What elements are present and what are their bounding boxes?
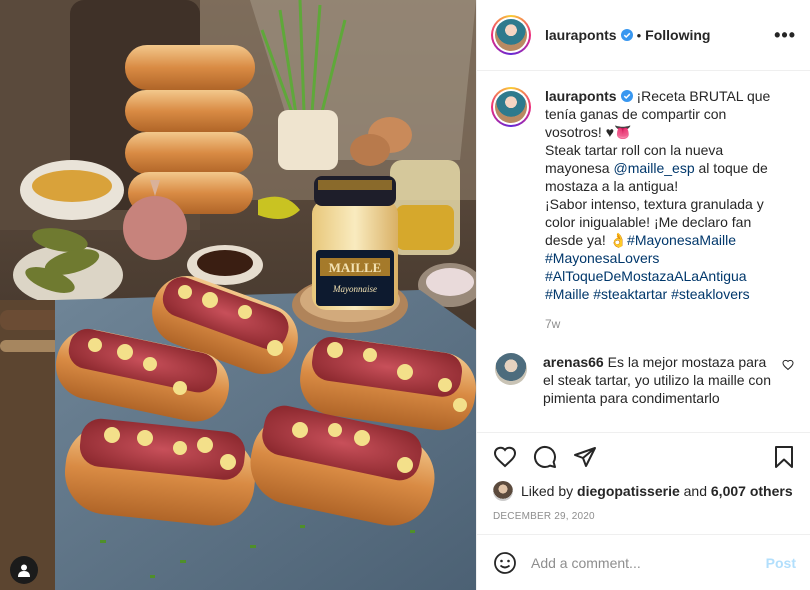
likes-count[interactable]: 6,007 others: [711, 483, 793, 499]
hashtag-link[interactable]: #MayonesaLovers: [545, 250, 659, 266]
caption-line: ¡Sabor intenso, textura granulada y: [545, 196, 764, 212]
share-icon: [574, 447, 596, 467]
comment-input[interactable]: [531, 554, 766, 571]
caption-line: vosotros! ♥👅: [545, 124, 632, 140]
commenter-username[interactable]: arenas66: [543, 354, 604, 370]
following-button[interactable]: Following: [645, 27, 710, 43]
emoji-icon[interactable]: [493, 551, 517, 575]
hashtag-link[interactable]: #MayonesaMaille: [627, 232, 736, 248]
food-illustration: MAILLE Mayonnaise: [0, 0, 476, 590]
post-photo[interactable]: MAILLE Mayonnaise: [0, 0, 476, 590]
mention-link[interactable]: @maille_esp: [613, 160, 694, 176]
hashtag-link[interactable]: #steaklovers: [671, 286, 750, 302]
hashtag-link[interactable]: #AlToqueDeMostazaALaAntigua: [545, 268, 747, 284]
share-button[interactable]: [573, 445, 597, 469]
liker-username[interactable]: diegopatisserie: [577, 483, 680, 499]
hashtag-link[interactable]: #steaktartar: [593, 286, 667, 302]
add-comment-bar: Post: [477, 534, 810, 590]
mayo-jar: MAILLE Mayonnaise: [312, 176, 398, 310]
hashtag-link[interactable]: #Maille: [545, 286, 589, 302]
caption-text: lauraponts ¡Receta BRUTAL que tenía gana…: [545, 87, 785, 303]
comment-button[interactable]: [533, 445, 557, 469]
caption-line: ¡Receta BRUTAL que: [636, 88, 771, 104]
likes-middle: and: [679, 483, 711, 499]
save-button[interactable]: [772, 445, 796, 469]
caption-age[interactable]: 7w: [545, 317, 794, 331]
comment-icon: [533, 445, 556, 468]
like-button[interactable]: [493, 445, 517, 469]
verified-icon: [620, 29, 633, 41]
author-avatar[interactable]: [491, 15, 531, 55]
caption-line: desde ya! 👌: [545, 232, 628, 248]
user-tag-button[interactable]: [10, 556, 38, 584]
heart-icon: [493, 446, 517, 468]
separator-dot: •: [636, 27, 642, 43]
commenter-avatar[interactable]: [495, 353, 527, 385]
jar-product-label: Mayonnaise: [332, 284, 377, 294]
action-icons: [493, 443, 796, 471]
more-icon[interactable]: •••: [774, 26, 796, 44]
comment-like-icon[interactable]: [782, 359, 794, 371]
comment-item: arenas66 Es la mejor mostaza para el ste…: [491, 353, 794, 407]
bookmark-icon: [775, 446, 793, 468]
caption-line: al toque de: [694, 160, 768, 176]
comments-list[interactable]: lauraponts ¡Receta BRUTAL que tenía gana…: [477, 71, 810, 432]
caption-line: mayonesa: [545, 160, 614, 176]
caption: lauraponts ¡Receta BRUTAL que tenía gana…: [491, 87, 794, 303]
comment-text: arenas66 Es la mejor mostaza para el ste…: [543, 353, 775, 407]
jar-brand-label: MAILLE: [329, 260, 382, 275]
caption-line: Steak tartar roll con la nueva: [545, 142, 724, 158]
post-side-panel: lauraponts • Following ••• lauraponts ¡R…: [476, 0, 810, 590]
caption-line: mostaza a la antigua!: [545, 178, 679, 194]
liker-avatar[interactable]: [493, 481, 513, 501]
post-date[interactable]: DECEMBER 29, 2020: [493, 511, 796, 522]
post-comment-button[interactable]: Post: [766, 555, 796, 571]
caption-line: tenía ganas de compartir con: [545, 106, 727, 122]
user-tag-icon: [18, 564, 30, 577]
likes-prefix: Liked by: [521, 483, 574, 499]
likes-summary: Liked by diegopatisserie and 6,007 other…: [493, 481, 796, 501]
caption-line: color inigualable! ¡Me declaro fan: [545, 214, 752, 230]
post-header: lauraponts • Following •••: [477, 0, 810, 71]
caption-username[interactable]: lauraponts: [545, 88, 617, 104]
post-actions: Liked by diegopatisserie and 6,007 other…: [477, 432, 810, 534]
author-username[interactable]: lauraponts: [545, 27, 617, 43]
verified-icon: [620, 90, 633, 102]
caption-avatar[interactable]: [491, 87, 531, 127]
post-modal: MAILLE Mayonnaise lauraponts • Following…: [0, 0, 810, 590]
